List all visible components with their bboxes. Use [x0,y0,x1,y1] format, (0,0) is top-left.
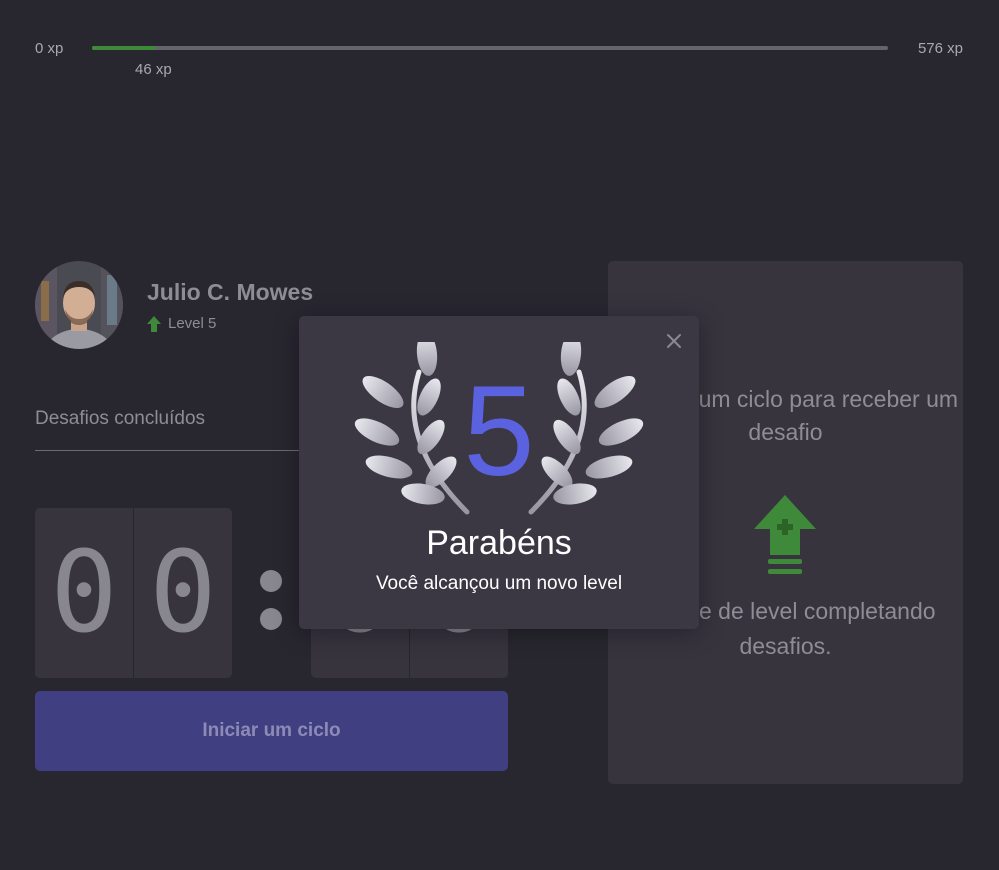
profile-name: Julio C. Mowes [147,279,314,305]
modal-subtitle: Você alcançou um novo level [375,573,623,594]
xp-progress-bar [92,46,888,50]
completed-challenges-label: Desafios concluídos [35,408,206,429]
level-up-modal: 5 Parabéns Você alcançou um novo level [299,316,699,629]
level-up-icon [754,495,816,574]
xp-progress-fill [92,46,156,50]
xp-min-label: 0 xp [35,40,64,57]
xp-max-label: 576 xp [917,40,963,57]
start-cycle-button[interactable]: Iniciar um ciclo [35,691,508,771]
profile-level-label: Level 5 [168,315,217,332]
xp-current-label: 46 xp [135,61,172,78]
close-button[interactable] [663,330,685,352]
close-icon [667,334,681,348]
avatar [35,261,123,349]
profile-level: Level 5 [147,315,216,332]
arrow-up-icon [147,315,161,332]
countdown-minutes: 0 0 [35,508,232,678]
avatar-image [35,261,123,349]
modal-level-number: 5 [463,360,535,503]
minutes-ones-digit: 0 [133,508,232,678]
countdown-separator [250,560,292,640]
modal-title: Parabéns [426,524,572,562]
minutes-tens-digit: 0 [50,528,118,658]
